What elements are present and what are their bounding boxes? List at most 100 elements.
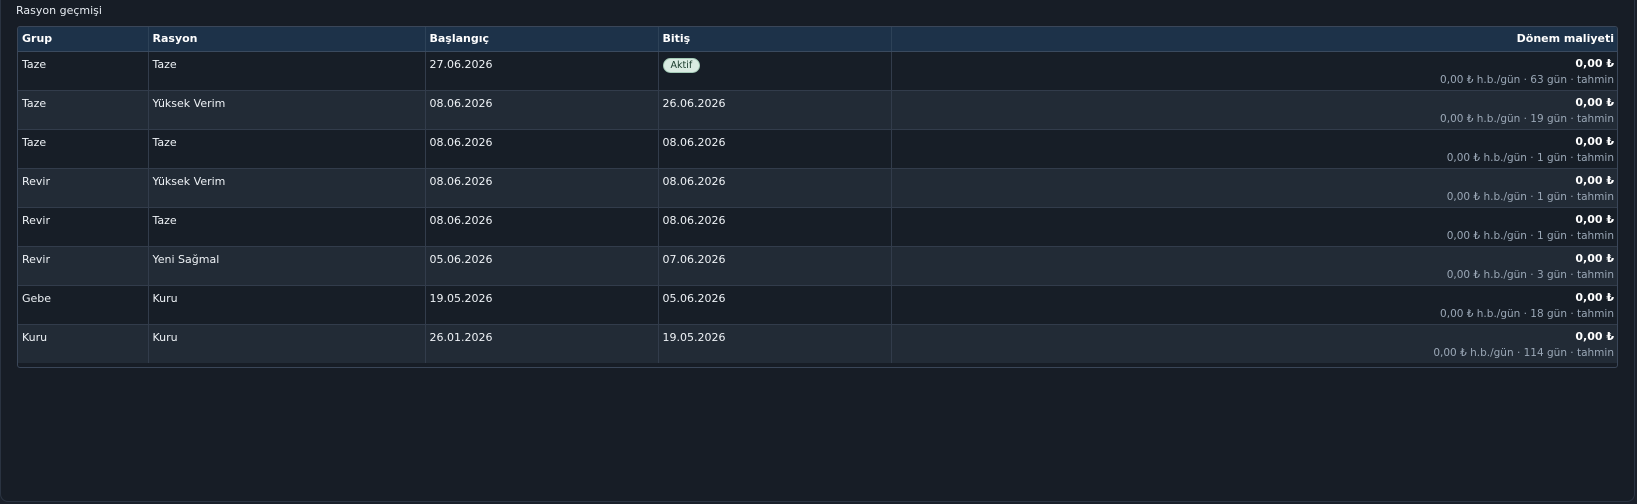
ration-history-panel: Rasyon geçmişi Grup Rasyon Başlangıç Bit…: [0, 0, 1635, 502]
table-row[interactable]: Revir Taze 08.06.2026 08.06.2026 0,00 ₺ 0,00 …: [18, 207, 1617, 247]
grup-text: Revir: [22, 252, 51, 266]
cost-detail: 0,00 ₺ h.b./gün · 19 gün · tahmin: [1440, 112, 1614, 125]
baslangic-text: 08.06.2026: [429, 135, 493, 149]
cell-bitis: 26.06.2026: [658, 90, 892, 130]
ration-history-table: Grup Rasyon Başlangıç Bitiş Dönem maliye…: [17, 26, 1618, 368]
cell-baslangic: 05.06.2026: [425, 246, 659, 286]
bitis-text: 19.05.2026: [662, 330, 726, 344]
bitis-text: 26.06.2026: [662, 96, 726, 110]
cell-bitis: 08.06.2026: [658, 129, 892, 169]
rasyon-text: Yeni Sağmal: [152, 252, 220, 266]
cell-rasyon: Yüksek Verim: [148, 168, 426, 208]
table-row[interactable]: Revir Yüksek Verim 08.06.2026 08.06.2026 0,0…: [18, 168, 1617, 208]
baslangic-text: 05.06.2026: [429, 252, 493, 266]
cell-bitis: Aktif: [658, 51, 892, 91]
grup-text: Revir: [22, 174, 51, 188]
baslangic-text: 08.06.2026: [429, 174, 493, 188]
cell-grup: Taze: [18, 90, 149, 130]
cell-bitis: 05.06.2026: [658, 285, 892, 325]
status-badge: Aktif: [662, 57, 701, 73]
cell-maliyet: 0,00 ₺ 0,00 ₺ h.b./gün · 19 gün · tahmin: [891, 90, 1617, 130]
panel-title: Rasyon geçmişi: [16, 4, 102, 17]
cost-detail: 0,00 ₺ h.b./gün · 1 gün · tahmin: [1446, 229, 1614, 242]
table-row[interactable]: Kuru Kuru 26.01.2026 19.05.2026 0,00 ₺ 0,00 ₺…: [18, 324, 1617, 363]
cell-rasyon: Taze: [148, 51, 426, 91]
grup-text: Kuru: [22, 330, 48, 344]
baslangic-text: 08.06.2026: [429, 213, 493, 227]
cell-grup: Kuru: [18, 324, 149, 363]
cell-grup: Revir: [18, 207, 149, 247]
table-header-row: Grup Rasyon Başlangıç Bitiş Dönem maliye…: [18, 27, 1617, 52]
cell-maliyet: 0,00 ₺ 0,00 ₺ h.b./gün · 18 gün · tahmin: [891, 285, 1617, 325]
cell-baslangic: 08.06.2026: [425, 90, 659, 130]
cell-baslangic: 08.06.2026: [425, 207, 659, 247]
baslangic-text: 19.05.2026: [429, 291, 493, 305]
rasyon-text: Yüksek Verim: [152, 174, 226, 188]
cell-grup: Revir: [18, 168, 149, 208]
cost-value: 0,00 ₺: [1575, 134, 1614, 148]
rasyon-text: Taze: [152, 213, 177, 227]
cell-rasyon: Yeni Sağmal: [148, 246, 426, 286]
cell-bitis: 08.06.2026: [658, 207, 892, 247]
cell-baslangic: 08.06.2026: [425, 129, 659, 169]
column-header-baslangic[interactable]: Başlangıç: [425, 27, 659, 52]
rasyon-text: Taze: [152, 135, 177, 149]
cell-maliyet: 0,00 ₺ 0,00 ₺ h.b./gün · 114 gün · tahmin: [891, 324, 1617, 363]
cell-baslangic: 27.06.2026: [425, 51, 659, 91]
cost-value: 0,00 ₺: [1575, 56, 1614, 70]
table-row[interactable]: Taze Taze 08.06.2026 08.06.2026 0,00 ₺ 0,00 ₺…: [18, 129, 1617, 169]
cost-value: 0,00 ₺: [1575, 212, 1614, 226]
column-header-maliyet[interactable]: Dönem maliyeti: [891, 27, 1617, 52]
cost-detail: 0,00 ₺ h.b./gün · 3 gün · tahmin: [1446, 268, 1614, 281]
cell-baslangic: 19.05.2026: [425, 285, 659, 325]
table-row[interactable]: Gebe Kuru 19.05.2026 05.06.2026 0,00 ₺ 0,00 ₺…: [18, 285, 1617, 325]
bitis-text: 05.06.2026: [662, 291, 726, 305]
rasyon-text: Yüksek Verim: [152, 96, 226, 110]
cell-grup: Taze: [18, 51, 149, 91]
grup-text: Taze: [22, 135, 47, 149]
cell-grup: Gebe: [18, 285, 149, 325]
grup-text: Taze: [22, 96, 47, 110]
rasyon-text: Kuru: [152, 291, 178, 305]
cost-detail: 0,00 ₺ h.b./gün · 114 gün · tahmin: [1433, 346, 1614, 359]
rasyon-text: Taze: [152, 57, 177, 71]
column-header-grup[interactable]: Grup: [18, 27, 149, 52]
grup-text: Revir: [22, 213, 51, 227]
bitis-text: 08.06.2026: [662, 135, 726, 149]
cell-maliyet: 0,00 ₺ 0,00 ₺ h.b./gün · 1 gün · tahmin: [891, 168, 1617, 208]
baslangic-text: 27.06.2026: [429, 57, 493, 71]
table-row[interactable]: Taze Taze 27.06.2026 Aktif 0,00 ₺ 0,00 ₺ h.b.…: [18, 51, 1617, 91]
cell-maliyet: 0,00 ₺ 0,00 ₺ h.b./gün · 1 gün · tahmin: [891, 129, 1617, 169]
cell-rasyon: Taze: [148, 129, 426, 169]
cell-rasyon: Kuru: [148, 285, 426, 325]
cell-baslangic: 08.06.2026: [425, 168, 659, 208]
cost-detail: 0,00 ₺ h.b./gün · 18 gün · tahmin: [1440, 307, 1614, 320]
bitis-text: 07.06.2026: [662, 252, 726, 266]
cell-grup: Revir: [18, 246, 149, 286]
cell-bitis: 07.06.2026: [658, 246, 892, 286]
grup-text: Taze: [22, 57, 47, 71]
cell-grup: Taze: [18, 129, 149, 169]
table-row[interactable]: Revir Yeni Sağmal 05.06.2026 07.06.2026 0,00…: [18, 246, 1617, 286]
column-header-bitis[interactable]: Bitiş: [658, 27, 892, 52]
cell-rasyon: Taze: [148, 207, 426, 247]
cost-detail: 0,00 ₺ h.b./gün · 1 gün · tahmin: [1446, 151, 1614, 164]
cost-value: 0,00 ₺: [1575, 329, 1614, 343]
bitis-text: 08.06.2026: [662, 213, 726, 227]
cost-value: 0,00 ₺: [1575, 173, 1614, 187]
cost-value: 0,00 ₺: [1575, 251, 1614, 265]
bitis-text: 08.06.2026: [662, 174, 726, 188]
baslangic-text: 26.01.2026: [429, 330, 493, 344]
cell-bitis: 08.06.2026: [658, 168, 892, 208]
column-header-rasyon[interactable]: Rasyon: [148, 27, 426, 52]
cost-value: 0,00 ₺: [1575, 290, 1614, 304]
table-row[interactable]: Taze Yüksek Verim 08.06.2026 26.06.2026 0,00…: [18, 90, 1617, 130]
cell-bitis: 19.05.2026: [658, 324, 892, 363]
cell-maliyet: 0,00 ₺ 0,00 ₺ h.b./gün · 63 gün · tahmin: [891, 51, 1617, 91]
cell-maliyet: 0,00 ₺ 0,00 ₺ h.b./gün · 3 gün · tahmin: [891, 246, 1617, 286]
cost-detail: 0,00 ₺ h.b./gün · 63 gün · tahmin: [1440, 73, 1614, 86]
baslangic-text: 08.06.2026: [429, 96, 493, 110]
cell-maliyet: 0,00 ₺ 0,00 ₺ h.b./gün · 1 gün · tahmin: [891, 207, 1617, 247]
cell-rasyon: Yüksek Verim: [148, 90, 426, 130]
cost-detail: 0,00 ₺ h.b./gün · 1 gün · tahmin: [1446, 190, 1614, 203]
